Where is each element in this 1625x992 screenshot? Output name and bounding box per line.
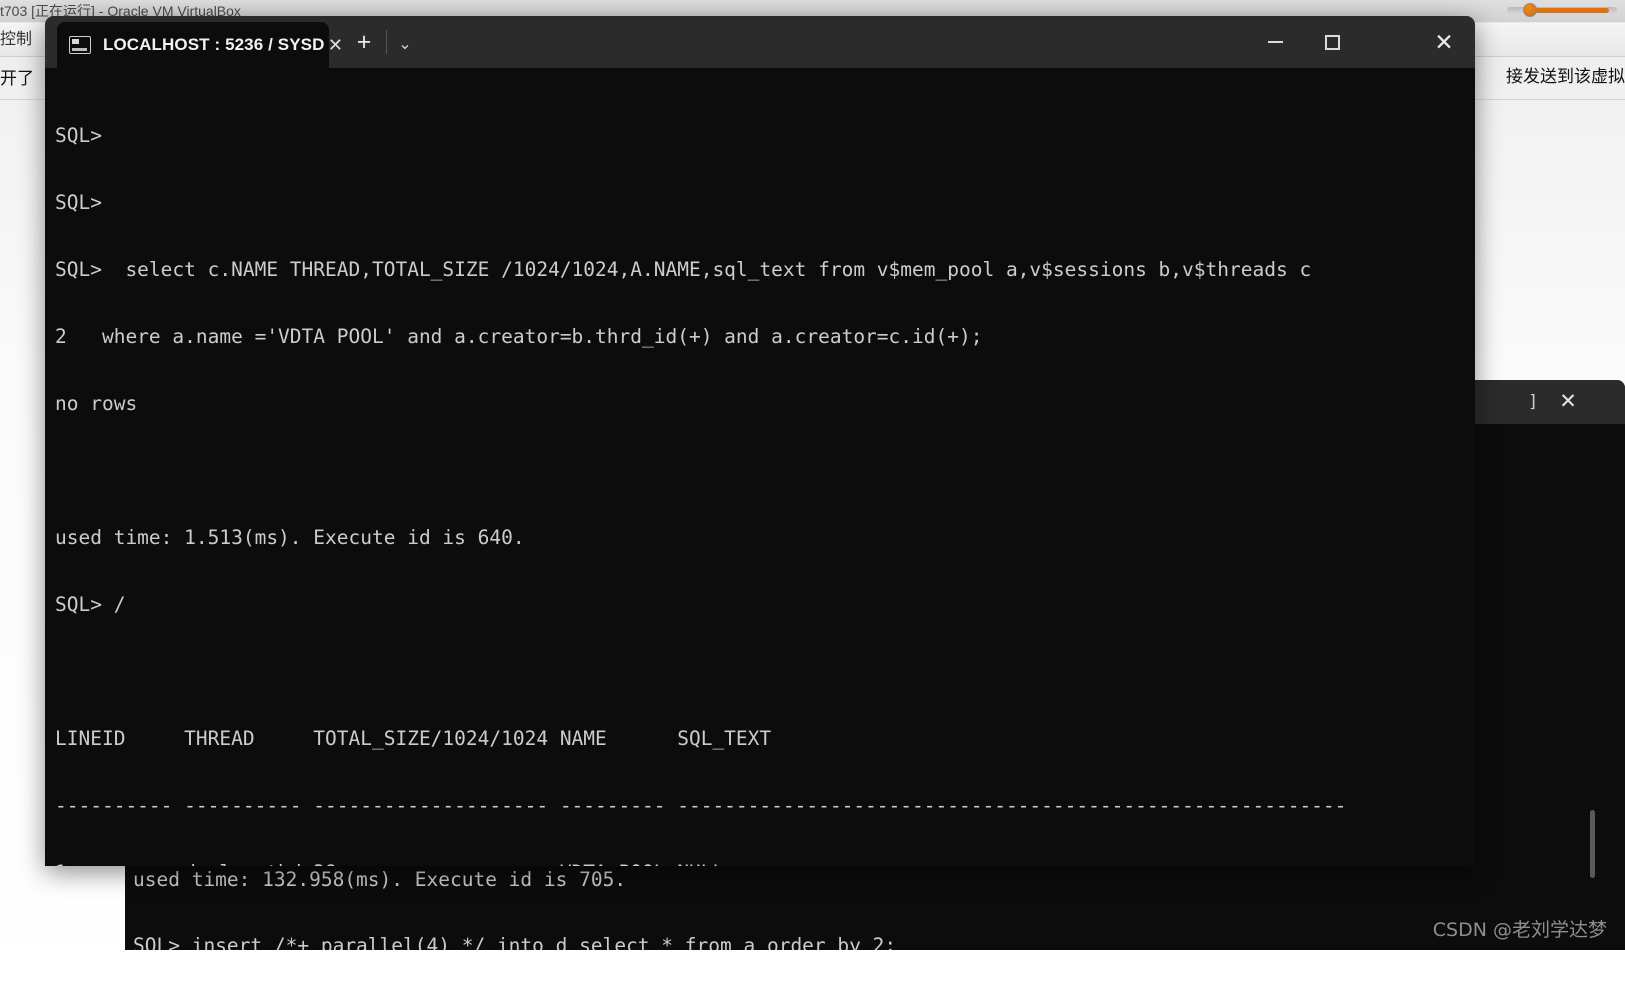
chevron-down-icon[interactable]: ⌄ [392,34,418,54]
terminal-window[interactable]: LOCALHOST : 5236 / SYSD ✕ + ⌄ ✕ SQL> SQL… [45,16,1475,866]
bg-output-line: SQL> insert /*+ parallel(4) */ into d se… [133,935,1625,950]
terminal-line: no rows [55,393,1475,415]
terminal-titlebar[interactable]: LOCALHOST : 5236 / SYSD ✕ + ⌄ ✕ [45,16,1475,68]
tab-localhost-5236-sysd[interactable]: LOCALHOST : 5236 / SYSD ✕ [57,22,329,68]
tab-separator [386,30,387,54]
terminal-line: ---------- ---------- ------------------… [55,795,1475,817]
terminal-line: 2 where a.name ='VDTA POOL' and a.creato… [55,326,1475,348]
background-tab-tail: ] [1528,392,1538,412]
background-scrollbar-thumb[interactable] [1590,810,1595,878]
terminal-line: SQL> [55,125,1475,147]
bg-output-line: used time: 132.958(ms). Execute id is 70… [133,869,1625,891]
background-close-icon[interactable]: ✕ [1556,390,1580,414]
watermark: CSDN @老刘学达梦 [1433,915,1607,942]
new-tab-icon[interactable]: + [350,30,378,55]
virtualbox-slider[interactable] [1507,3,1617,17]
close-button[interactable]: ✕ [1413,16,1475,68]
tab-close-icon[interactable]: ✕ [324,35,346,56]
terminal-line: SQL> select c.NAME THREAD,TOTAL_SIZE /10… [55,259,1475,281]
slider-fill [1529,8,1609,13]
terminal-icon [69,36,91,54]
slider-knob[interactable] [1523,3,1537,17]
terminal-line: used time: 1.513(ms). Execute id is 640. [55,527,1475,549]
terminal-output[interactable]: SQL> SQL> SQL> select c.NAME THREAD,TOTA… [45,68,1475,866]
terminal-line: SQL> [55,192,1475,214]
minimize-icon [1268,41,1283,43]
terminal-line: LINEID THREAD TOTAL_SIZE/1024/1024 NAME … [55,728,1475,750]
maximize-icon [1325,35,1340,50]
host-text-fragment-1: 开了 [0,69,34,88]
close-icon: ✕ [1434,31,1453,54]
minimize-button[interactable] [1247,16,1304,68]
terminal-line [55,460,1475,482]
tab-title: LOCALHOST : 5236 / SYSD [103,35,324,55]
terminal-line: 1 dm_lpq_thd 38 VDTA POOL NULL [55,862,1475,866]
terminal-line: SQL> / [55,594,1475,616]
terminal-line [55,661,1475,683]
menu-item-control[interactable]: 控制 [0,31,32,48]
maximize-button[interactable] [1304,16,1361,68]
